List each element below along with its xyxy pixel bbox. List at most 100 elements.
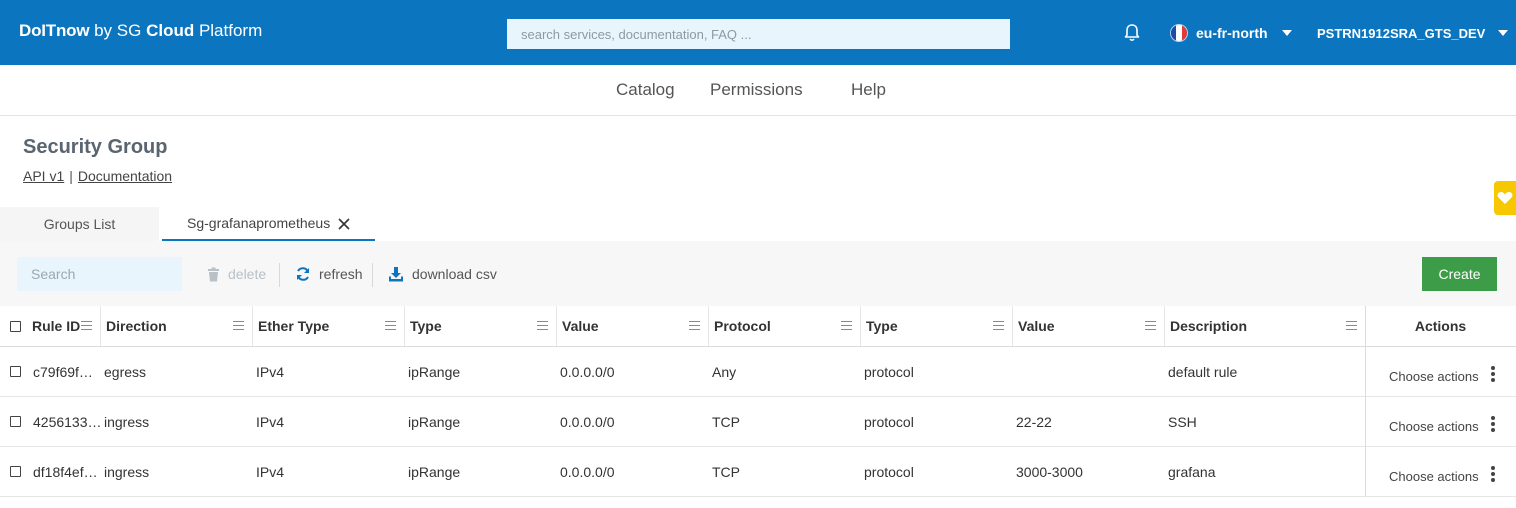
column-header-type-2[interactable]: Type xyxy=(861,306,1013,346)
cell-description: grafana xyxy=(1168,463,1216,480)
table-search-input[interactable] xyxy=(17,257,182,291)
table-row[interactable]: 4256133… ingress IPv4 ipRange 0.0.0.0/0 … xyxy=(0,397,1516,447)
close-icon[interactable] xyxy=(338,217,350,230)
cell-value-2: 3000-3000 xyxy=(1016,463,1083,480)
cell-type: ipRange xyxy=(408,463,461,480)
cell-type: ipRange xyxy=(408,413,461,430)
account-label: PSTRN1912SRA_GTS_DEV xyxy=(1317,25,1486,41)
documentation-link[interactable]: Documentation xyxy=(78,168,172,184)
select-all-checkbox[interactable] xyxy=(10,320,21,332)
cell-ether-type: IPv4 xyxy=(256,413,285,430)
row-checkbox[interactable] xyxy=(10,466,21,477)
table-header: Rule ID Direction Ether Type Type Value … xyxy=(0,306,1516,347)
brand-by: by SG xyxy=(89,21,147,40)
cell-protocol: Any xyxy=(712,363,737,380)
column-menu-icon[interactable] xyxy=(81,321,92,330)
cell-type: ipRange xyxy=(408,363,461,380)
nav-help[interactable]: Help xyxy=(851,80,886,100)
column-header-protocol[interactable]: Protocol xyxy=(709,306,861,346)
chevron-down-icon xyxy=(1281,30,1292,36)
column-menu-icon[interactable] xyxy=(385,321,396,330)
column-header-value-2[interactable]: Value xyxy=(1013,306,1165,346)
cell-rule-id: c79f69f… xyxy=(33,363,93,380)
create-button[interactable]: Create xyxy=(1422,257,1497,291)
column-label: Description xyxy=(1170,318,1248,334)
tab-groups-list[interactable]: Groups List xyxy=(0,207,159,241)
trash-icon xyxy=(208,267,219,281)
cell-description: SSH xyxy=(1168,413,1197,430)
link-separator: | xyxy=(69,168,73,184)
cell-direction: ingress xyxy=(104,413,150,430)
region-selector[interactable]: eu-fr-north xyxy=(1170,22,1292,44)
refresh-icon xyxy=(297,267,309,281)
cell-rule-id: df18f4ef… xyxy=(33,463,98,480)
download-icon xyxy=(389,267,403,282)
delete-label: delete xyxy=(228,266,267,282)
column-header-type[interactable]: Type xyxy=(405,306,557,346)
column-label: Direction xyxy=(106,318,167,334)
nav-permissions[interactable]: Permissions xyxy=(710,80,803,100)
column-header-value[interactable]: Value xyxy=(557,306,709,346)
toolbar-divider xyxy=(279,263,280,287)
global-search-input[interactable] xyxy=(507,19,1010,49)
top-bar: DoITnow by SG Cloud Platform eu-fr-north… xyxy=(0,0,1516,65)
column-header-ether-type[interactable]: Ether Type xyxy=(253,306,405,346)
page-title: Security Group xyxy=(23,136,168,158)
cell-protocol: TCP xyxy=(712,413,740,430)
cell-value-2: 22-22 xyxy=(1016,413,1052,430)
api-link[interactable]: API v1 xyxy=(23,168,64,184)
feedback-heart-icon[interactable] xyxy=(1494,181,1516,215)
column-label: Ether Type xyxy=(258,318,330,334)
column-menu-icon[interactable] xyxy=(1346,321,1357,330)
nav-catalog[interactable]: Catalog xyxy=(616,80,675,100)
france-flag-icon xyxy=(1170,24,1188,42)
actions-column xyxy=(1365,306,1516,497)
column-menu-icon[interactable] xyxy=(993,321,1004,330)
region-label: eu-fr-north xyxy=(1196,25,1268,41)
column-header-direction[interactable]: Direction xyxy=(101,306,253,346)
toolbar: delete refresh download csv Create xyxy=(0,241,1516,306)
cell-ether-type: IPv4 xyxy=(256,363,285,380)
download-csv-label: download csv xyxy=(412,266,497,282)
column-label: Protocol xyxy=(714,318,771,334)
column-label: Rule ID xyxy=(32,318,81,334)
cell-description: default rule xyxy=(1168,363,1238,380)
column-menu-icon[interactable] xyxy=(1145,321,1156,330)
column-label: Value xyxy=(562,318,599,334)
column-header-description[interactable]: Description xyxy=(1165,306,1365,346)
column-menu-icon[interactable] xyxy=(689,321,700,330)
refresh-label: refresh xyxy=(319,266,363,282)
brand-name: DoITnow xyxy=(19,21,90,40)
column-label: Type xyxy=(866,318,898,334)
toolbar-divider xyxy=(372,263,373,287)
brand-platform: Platform xyxy=(194,21,263,40)
notification-bell-icon[interactable] xyxy=(1122,22,1142,44)
cell-direction: egress xyxy=(104,363,147,380)
column-menu-icon[interactable] xyxy=(233,321,244,330)
page-links: API v1 | Documentation xyxy=(23,168,172,184)
cell-ether-type: IPv4 xyxy=(256,463,285,480)
download-csv-button[interactable]: download csv xyxy=(388,265,497,283)
delete-button[interactable]: delete xyxy=(207,265,266,283)
brand-logo[interactable]: DoITnow by SG Cloud Platform xyxy=(19,21,262,41)
column-menu-icon[interactable] xyxy=(841,321,852,330)
row-checkbox[interactable] xyxy=(10,366,21,377)
cell-value: 0.0.0.0/0 xyxy=(560,463,615,480)
column-header-rule-id[interactable]: Rule ID xyxy=(0,306,101,346)
cell-protocol: TCP xyxy=(712,463,740,480)
chevron-down-icon xyxy=(1498,30,1509,36)
tab-security-group-label: Sg-grafanaprometheus xyxy=(187,215,331,231)
column-label: Value xyxy=(1018,318,1055,334)
tab-security-group[interactable]: Sg-grafanaprometheus xyxy=(162,207,375,241)
account-selector[interactable]: PSTRN1912SRA_GTS_DEV xyxy=(1317,22,1509,44)
cell-value: 0.0.0.0/0 xyxy=(560,413,615,430)
cell-type-2: protocol xyxy=(864,463,914,480)
table-row[interactable]: df18f4ef… ingress IPv4 ipRange 0.0.0.0/0… xyxy=(0,447,1516,497)
main-nav: Catalog Permissions Help xyxy=(0,65,1516,116)
cell-rule-id: 4256133… xyxy=(33,413,102,430)
table-row[interactable]: c79f69f… egress IPv4 ipRange 0.0.0.0/0 A… xyxy=(0,347,1516,397)
column-menu-icon[interactable] xyxy=(537,321,548,330)
refresh-button[interactable]: refresh xyxy=(295,265,363,283)
cell-type-2: protocol xyxy=(864,413,914,430)
row-checkbox[interactable] xyxy=(10,416,21,427)
